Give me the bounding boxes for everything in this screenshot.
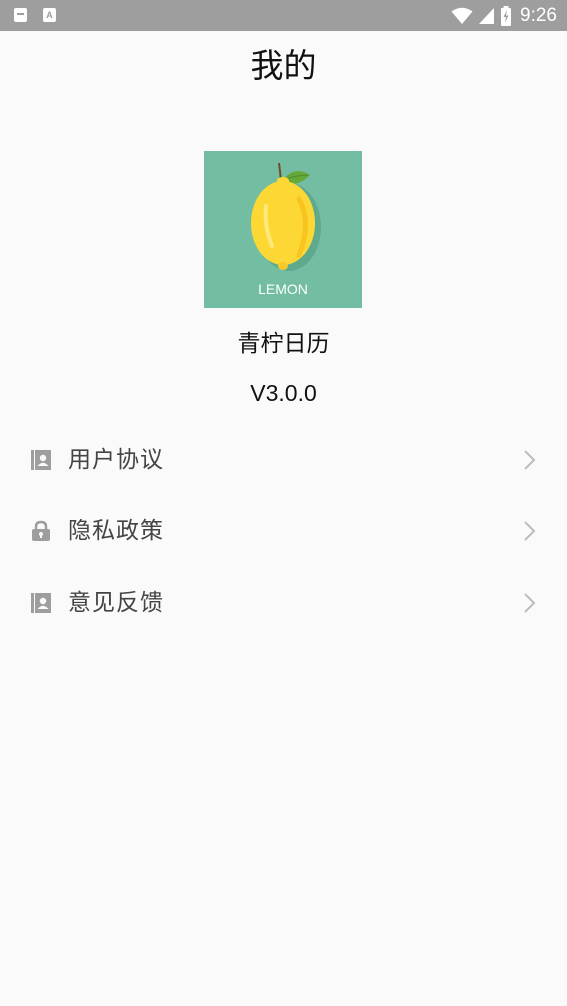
menu-item-user-agreement[interactable]: 用户协议 xyxy=(0,430,567,490)
menu-item-label: 用户协议 xyxy=(68,447,164,473)
signal-icon xyxy=(479,7,495,24)
app-logo: LEMON xyxy=(204,151,362,308)
menu-item-label: 意见反馈 xyxy=(68,590,164,616)
sd-card-icon xyxy=(14,8,27,22)
chevron-right-icon xyxy=(524,593,536,613)
wifi-icon xyxy=(451,7,473,24)
lock-icon xyxy=(32,520,50,541)
status-bar-time: 9:26 xyxy=(520,4,557,26)
contact-book-icon xyxy=(31,450,51,470)
menu-item-label: 隐私政策 xyxy=(68,518,164,544)
page-title: 我的 xyxy=(250,46,317,85)
status-bar-system-icons: 9:26 xyxy=(451,4,557,27)
app-version: V3.0.0 xyxy=(250,380,317,406)
a-icon: A xyxy=(43,8,56,22)
menu-item-feedback[interactable]: 意见反馈 xyxy=(0,573,567,633)
chevron-right-icon xyxy=(524,521,536,541)
contact-book-icon xyxy=(31,593,51,613)
app-name: 青柠日历 xyxy=(237,331,330,357)
chevron-right-icon xyxy=(524,450,536,470)
logo-text: LEMON xyxy=(258,281,308,297)
status-bar: A 9:26 xyxy=(0,0,567,31)
menu-item-privacy-policy[interactable]: 隐私政策 xyxy=(0,501,567,561)
battery-charging-icon xyxy=(501,5,512,26)
